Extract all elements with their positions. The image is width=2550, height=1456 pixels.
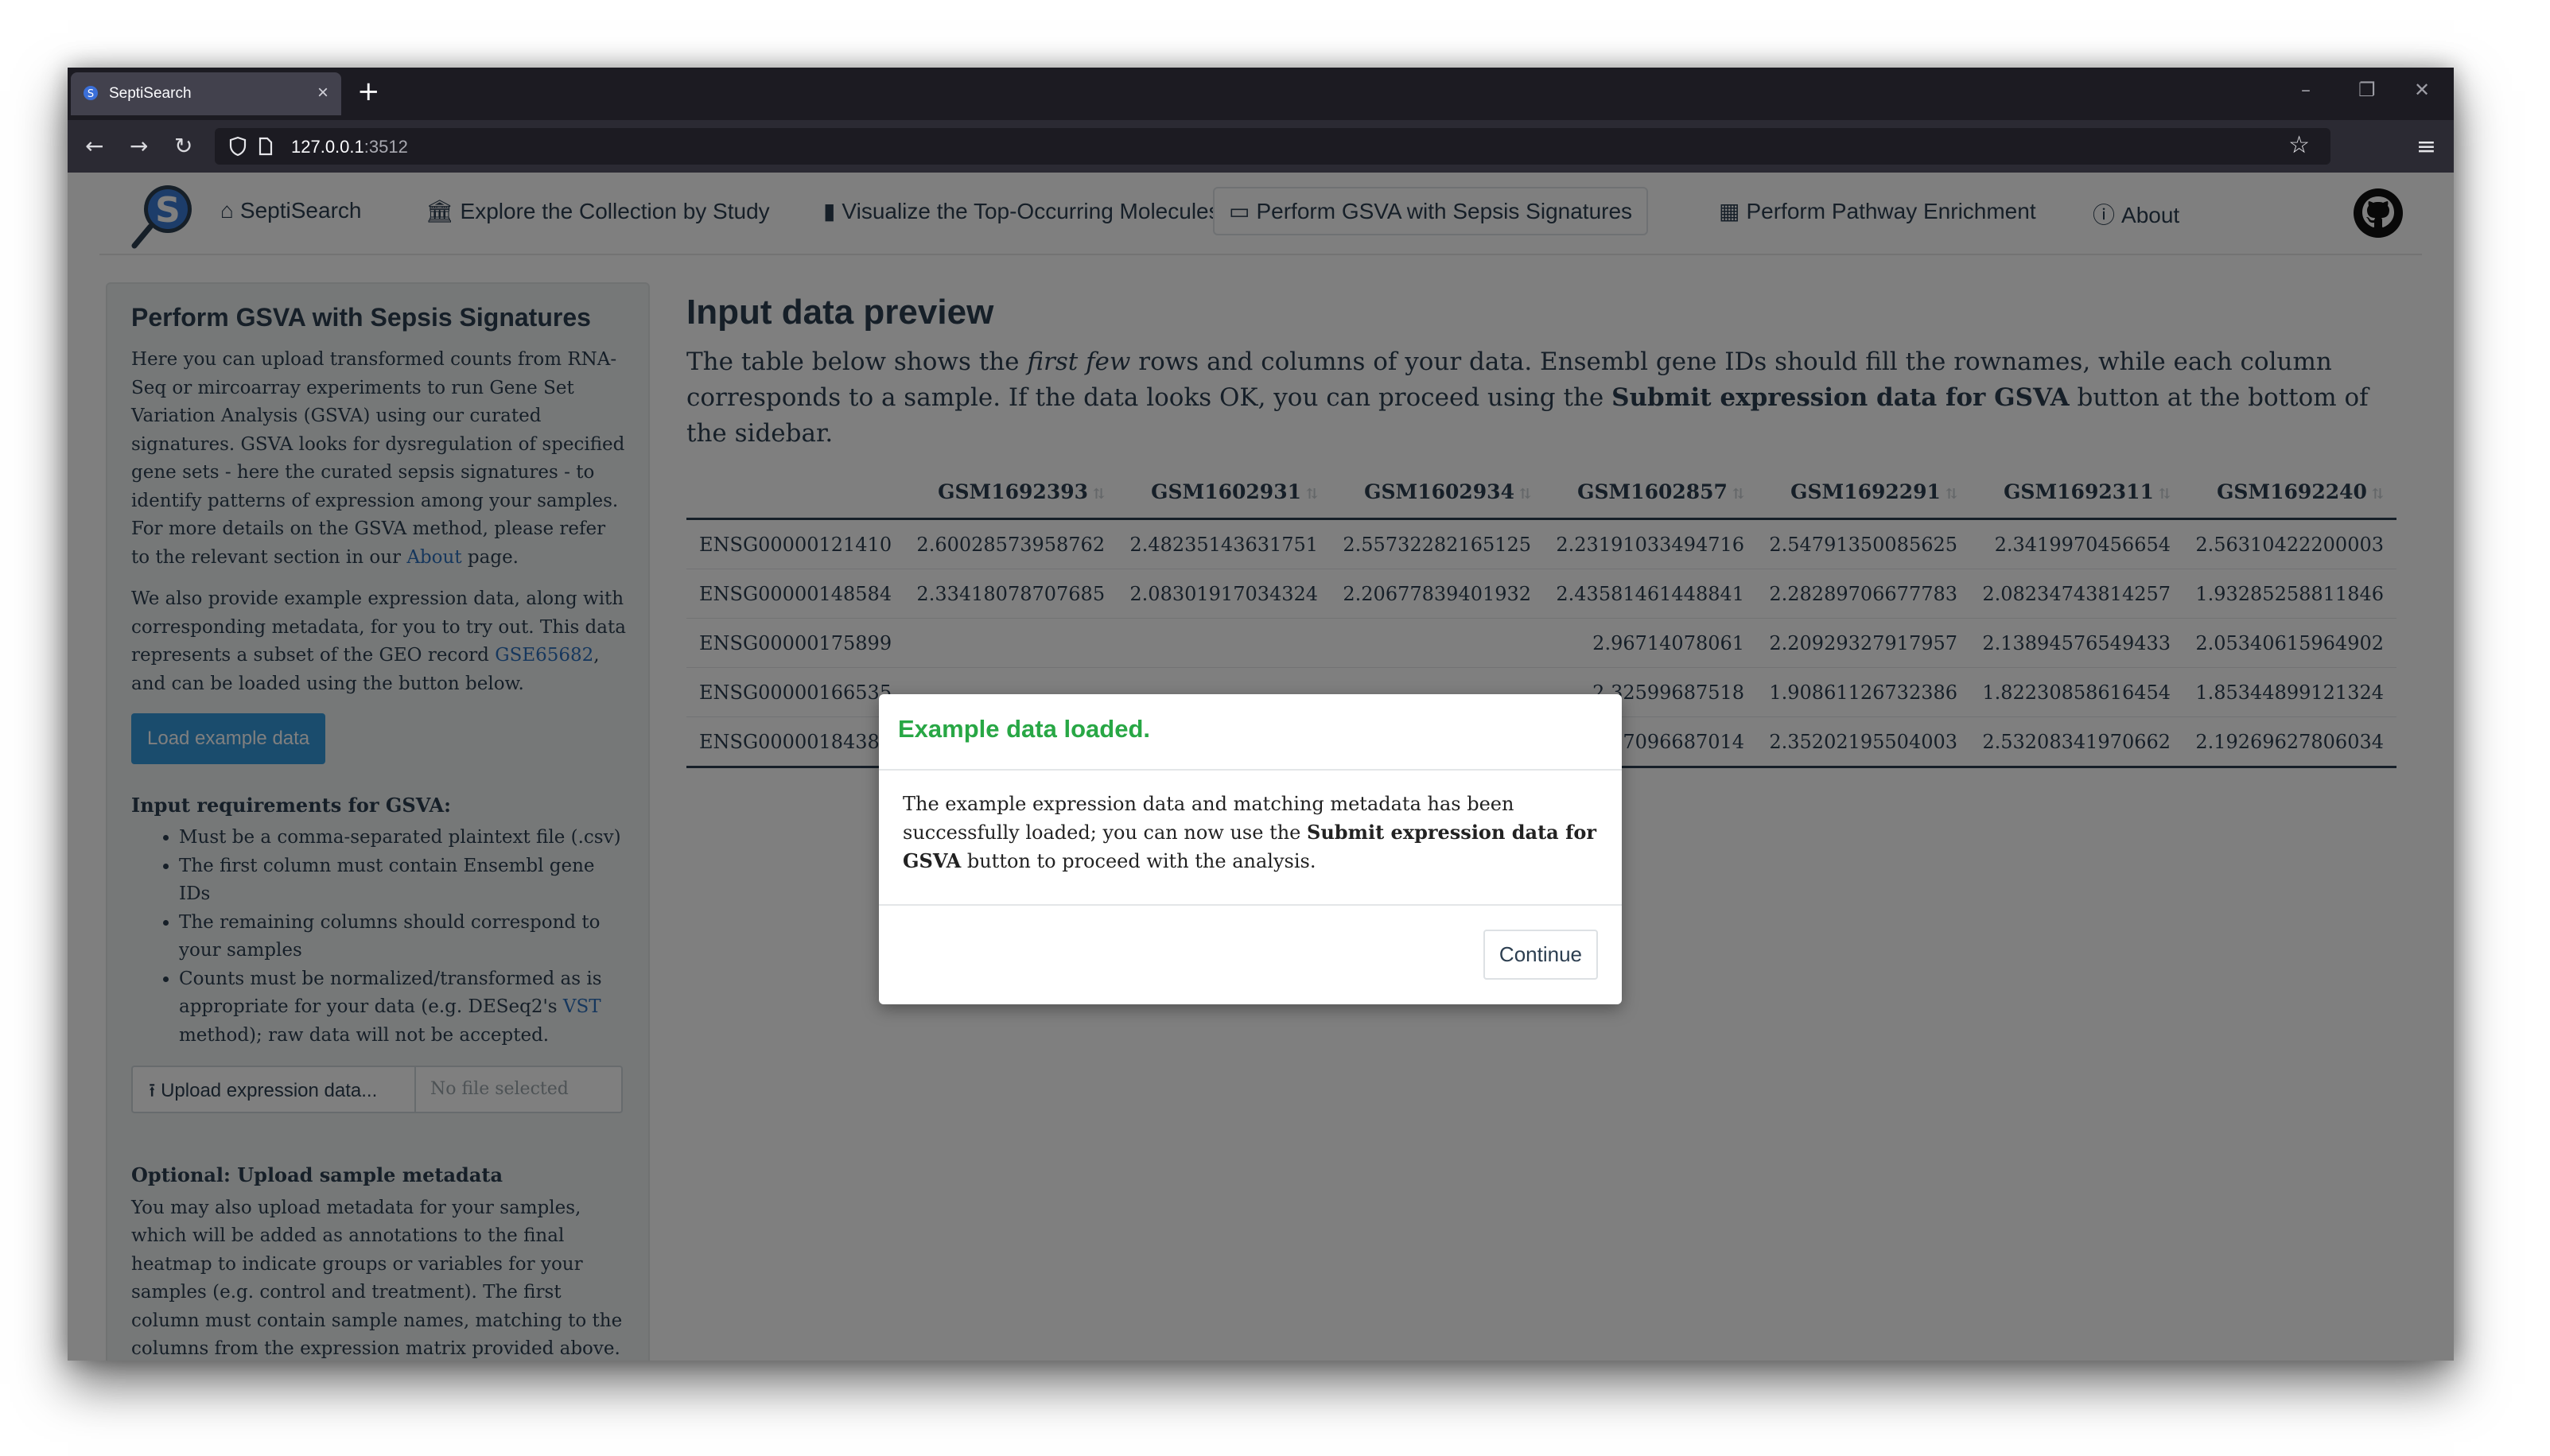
restore-icon[interactable]: ❐	[2358, 79, 2376, 101]
browser-window: S SeptiSearch × + – ❐ ✕ ← → ↻ 127.0.0.1:…	[68, 68, 2454, 1361]
tab-title: SeptiSearch	[109, 85, 192, 102]
browser-toolbar: ← → ↻ 127.0.0.1:3512 ☆ ≡	[68, 120, 2454, 173]
septisearch-favicon-icon: S	[84, 86, 98, 100]
close-window-icon[interactable]: ✕	[2414, 79, 2430, 101]
browser-tab[interactable]: S SeptiSearch ×	[71, 72, 341, 115]
continue-button[interactable]: Continue	[1483, 930, 1598, 980]
web-page: S ⌂SeptiSearch 🏛Explore the Collection b…	[68, 173, 2454, 1361]
modal-footer: Continue	[879, 904, 1622, 1006]
bookmark-star-icon[interactable]: ☆	[2288, 131, 2310, 159]
modal-title: Example data loaded.	[898, 715, 1150, 743]
back-icon[interactable]: ←	[85, 133, 103, 160]
shield-icon	[229, 136, 247, 157]
url-text[interactable]: 127.0.0.1:3512	[291, 137, 408, 157]
forward-icon[interactable]: →	[130, 133, 148, 160]
modal-header: Example data loaded.	[879, 694, 1622, 771]
menu-icon[interactable]: ≡	[2416, 133, 2436, 161]
example-loaded-dialog: Example data loaded. The example express…	[879, 694, 1622, 1004]
browser-tabstrip: S SeptiSearch × + – ❐ ✕	[68, 68, 2454, 120]
svg-text:S: S	[87, 88, 94, 100]
reload-icon[interactable]: ↻	[174, 133, 192, 160]
minimize-icon[interactable]: –	[2301, 79, 2311, 101]
tab-close-icon[interactable]: ×	[317, 82, 328, 104]
page-icon	[258, 137, 273, 156]
modal-body: The example expression data and matching…	[903, 793, 1597, 872]
address-bar[interactable]: 127.0.0.1:3512 ☆	[215, 128, 2330, 165]
new-tab-icon[interactable]: +	[357, 76, 380, 107]
